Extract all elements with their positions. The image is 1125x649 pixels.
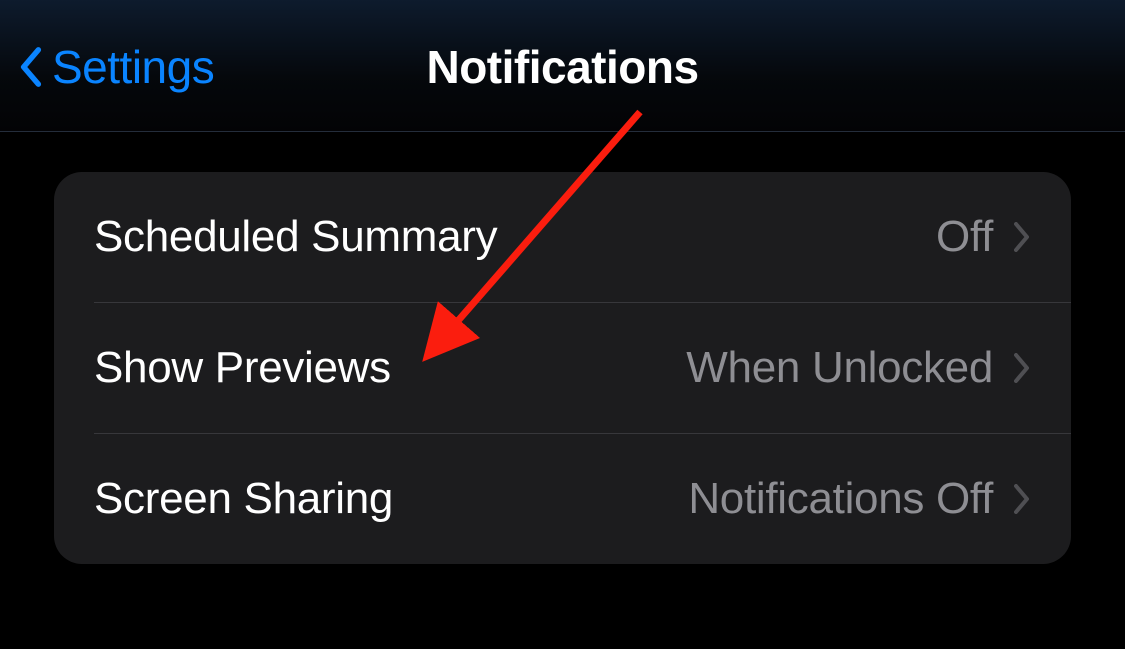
row-value: Off	[936, 212, 993, 262]
row-label: Show Previews	[94, 343, 391, 393]
back-button[interactable]: Settings	[18, 40, 214, 94]
row-label: Scheduled Summary	[94, 212, 497, 262]
chevron-right-icon	[1013, 352, 1031, 384]
row-show-previews[interactable]: Show Previews When Unlocked	[54, 303, 1071, 433]
chevron-right-icon	[1013, 483, 1031, 515]
row-value: Notifications Off	[688, 474, 993, 524]
page-title: Notifications	[426, 40, 698, 94]
row-right: Notifications Off	[688, 474, 1031, 524]
row-value: When Unlocked	[686, 343, 993, 393]
navigation-header: Settings Notifications	[0, 0, 1125, 132]
settings-list-group: Scheduled Summary Off Show Previews When…	[54, 172, 1071, 564]
chevron-left-icon	[18, 44, 44, 90]
chevron-right-icon	[1013, 221, 1031, 253]
row-right: When Unlocked	[686, 343, 1031, 393]
row-label: Screen Sharing	[94, 474, 393, 524]
row-screen-sharing[interactable]: Screen Sharing Notifications Off	[54, 434, 1071, 564]
row-scheduled-summary[interactable]: Scheduled Summary Off	[54, 172, 1071, 302]
back-label: Settings	[52, 40, 214, 94]
row-right: Off	[936, 212, 1031, 262]
